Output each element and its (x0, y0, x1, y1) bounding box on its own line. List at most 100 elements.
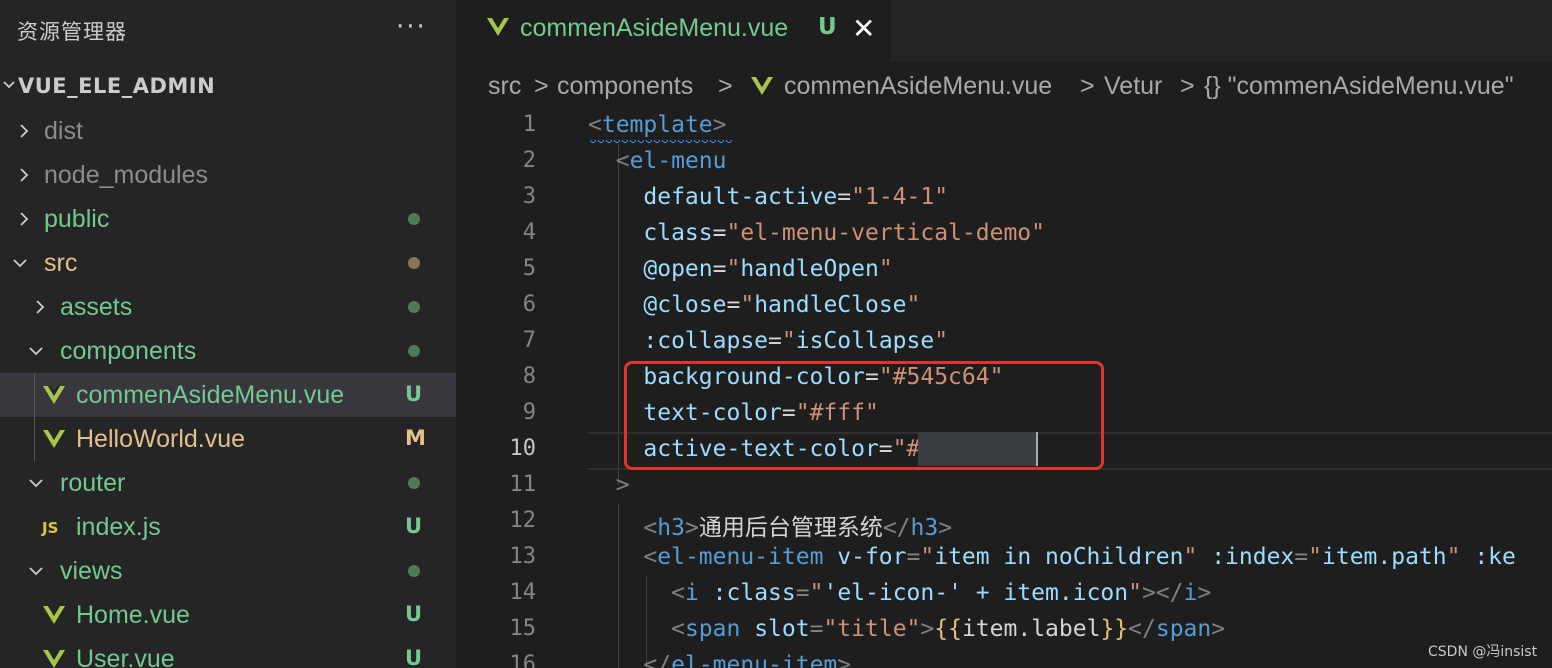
tree-item-label: src (44, 249, 78, 277)
tree-item-node-modules[interactable]: node_modules (0, 153, 456, 197)
breadcrumb-file[interactable]: commenAsideMenu.vue (784, 72, 1052, 101)
vue-file-icon (43, 430, 65, 448)
line-number: 7 (522, 328, 536, 353)
line-number: 2 (522, 148, 536, 173)
chevron-down-icon (29, 479, 43, 488)
line-number: 10 (509, 436, 537, 461)
more-actions-icon[interactable]: ··· (396, 12, 427, 42)
tree-item-dist[interactable]: dist (0, 109, 456, 153)
code-text: <template> (588, 112, 727, 138)
line-number: 9 (522, 400, 536, 425)
line-number: 15 (509, 616, 537, 641)
breadcrumb-symbol[interactable]: {} "commenAsideMenu.vue" (1204, 72, 1514, 101)
code-text: <i :class="'el-icon-' + item.icon"></i> (671, 580, 1212, 606)
project-root[interactable]: VUE_ELE_ADMIN (0, 68, 456, 108)
tree-item-hello-world[interactable]: HelloWorld.vue M (0, 417, 456, 461)
breadcrumb-separator: > (718, 72, 733, 100)
tree-item-user[interactable]: User.vue U (0, 637, 456, 668)
tree-item-label: Home.vue (76, 601, 190, 629)
tree-item-public[interactable]: public (0, 197, 456, 241)
line-number: 14 (509, 580, 537, 605)
code-line[interactable]: 7 :collapse="isCollapse" (456, 324, 1552, 360)
tree-item-label: router (60, 469, 126, 497)
code-text: <span slot="title">{{item.label}}</span> (671, 616, 1226, 642)
js-file-icon: JS (42, 519, 59, 537)
code-text: default-active="1-4-1" (643, 184, 949, 210)
git-status-badge: U (405, 382, 423, 406)
indent-guide (34, 417, 35, 461)
code-text: :collapse="isCollapse" (643, 328, 949, 354)
code-line[interactable]: 3 default-active="1-4-1" (456, 180, 1552, 216)
tree-item-views[interactable]: views (0, 549, 456, 593)
breadcrumb: src > components > commenAsideMenu.vue >… (456, 68, 1552, 108)
code-line[interactable]: 12 <h3>通用后台管理系统</h3> (456, 504, 1552, 541)
tree-item-label: components (60, 337, 197, 365)
code-text: @open="handleOpen" (643, 256, 893, 282)
code-line[interactable]: 14 <i :class="'el-icon-' + item.icon"></… (456, 576, 1552, 612)
git-status-badge: U (405, 602, 423, 626)
untracked-dot-icon (408, 213, 420, 225)
vue-file-icon (43, 606, 65, 624)
code-line[interactable]: 13 <el-menu-item v-for="item in noChildr… (456, 540, 1552, 576)
git-status-badge: U (818, 14, 837, 40)
tree-item-label: User.vue (76, 645, 175, 668)
code-line[interactable]: 1 <template> (456, 108, 1552, 144)
tree-item-label: index.js (76, 513, 161, 541)
git-status-badge: U (405, 514, 423, 538)
chevron-down-icon (29, 567, 43, 576)
untracked-dot-icon (408, 301, 420, 313)
explorer-title: 资源管理器 (17, 20, 127, 44)
breadcrumb-separator: > (534, 72, 549, 100)
explorer-sidebar: 资源管理器 ··· VUE_ELE_ADMIN dist node_module… (0, 0, 456, 668)
watermark: CSDN @冯insist (1428, 644, 1538, 660)
code-text: <el-menu-item v-for="item in noChildren"… (643, 544, 1516, 570)
line-number: 3 (522, 184, 536, 209)
breadcrumb-components[interactable]: components (557, 72, 693, 101)
chevron-down-icon (29, 347, 43, 356)
untracked-dot-icon (408, 345, 420, 357)
git-status-badge: M (405, 426, 426, 450)
breadcrumb-vetur[interactable]: Vetur (1104, 72, 1162, 101)
untracked-dot-icon (408, 565, 420, 577)
code-line[interactable]: 15 <span slot="title">{{item.label}}</sp… (456, 612, 1552, 648)
project-name: VUE_ELE_ADMIN (18, 74, 216, 98)
code-line[interactable]: 4 class="el-menu-vertical-demo" (456, 216, 1552, 252)
code-line[interactable]: 2 <el-menu (456, 144, 1552, 180)
tree-item-label: node_modules (44, 161, 209, 189)
tab-bar: commenAsideMenu.vue U ✕ (456, 0, 1552, 62)
close-icon[interactable]: ✕ (852, 12, 875, 45)
tree-item-src[interactable]: src (0, 241, 456, 285)
explorer-header: 资源管理器 ··· (0, 0, 456, 60)
breadcrumb-src[interactable]: src (488, 72, 521, 101)
vue-file-icon (43, 386, 65, 404)
line-number: 16 (509, 652, 537, 668)
chevron-right-icon (20, 124, 29, 138)
tree-item-label: assets (60, 293, 133, 321)
git-status-badge: U (405, 646, 423, 668)
line-number: 4 (522, 220, 536, 245)
vue-file-icon (43, 650, 65, 668)
chevron-right-icon (20, 212, 29, 226)
line-number: 8 (522, 364, 536, 389)
tab-commen-aside-menu[interactable]: commenAsideMenu.vue U ✕ (456, 0, 891, 62)
code-text: class="el-menu-vertical-demo" (643, 220, 1045, 246)
annotation-highlight-box (624, 361, 1104, 470)
code-text: > (615, 472, 630, 498)
breadcrumb-separator: > (1080, 72, 1095, 100)
tree-item-commen-aside-menu[interactable]: commenAsideMenu.vue U (0, 373, 456, 417)
tree-item-index-js[interactable]: JS index.js U (0, 505, 456, 549)
tree-item-assets[interactable]: assets (0, 285, 456, 329)
modified-dot-icon (408, 257, 420, 269)
tree-item-components[interactable]: components (0, 329, 456, 373)
code-line[interactable]: 5 @open="handleOpen" (456, 252, 1552, 288)
chevron-down-icon (13, 259, 27, 268)
tree-item-router[interactable]: router (0, 461, 456, 505)
tree-item-home[interactable]: Home.vue U (0, 593, 456, 637)
error-squiggle (590, 140, 734, 144)
code-line[interactable]: 16 </el-menu-item> (456, 648, 1552, 668)
line-number: 5 (522, 256, 536, 281)
code-line[interactable]: 6 @close="handleClose" (456, 288, 1552, 324)
line-number: 12 (509, 508, 537, 533)
code-line[interactable]: 11 > (456, 468, 1552, 504)
line-number: 1 (522, 112, 536, 137)
